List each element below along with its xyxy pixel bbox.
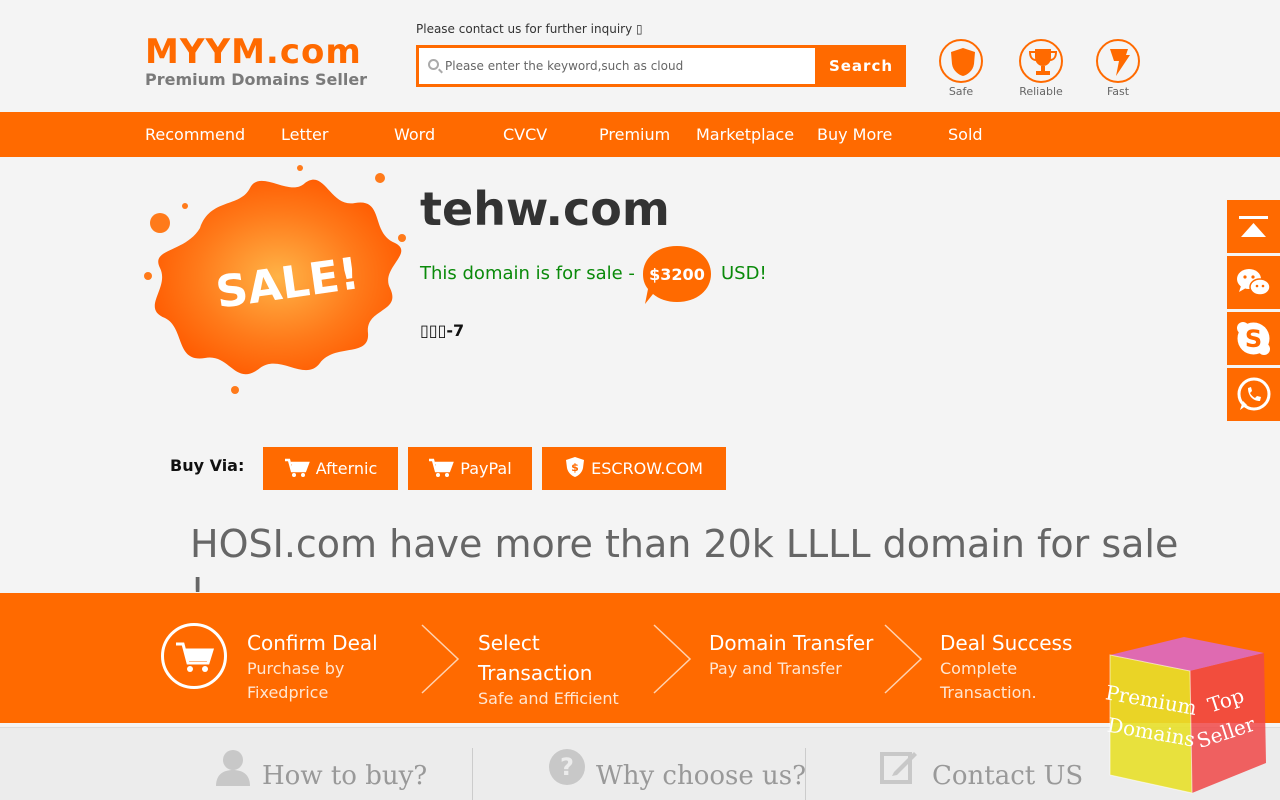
wechat-button[interactable] [1227, 256, 1280, 309]
site-logo[interactable]: MYYM.com Premium Domains Seller [145, 34, 380, 89]
search-input[interactable] [419, 48, 815, 84]
nav-item-buy-more[interactable]: Buy More [817, 112, 892, 157]
badge-label: Fast [1106, 85, 1130, 98]
cart-icon [429, 458, 455, 477]
escrow-shield-icon: $ [566, 457, 585, 477]
info-footer: How to buy? ? Why choose us? Contact US [0, 727, 1280, 800]
badge-fast: Fast [1088, 39, 1148, 98]
whatsapp-button[interactable] [1227, 368, 1280, 421]
sale-splash-image: SALE! [140, 158, 410, 398]
promo-headline: HOSI.com have more than 20k LLLL domain … [190, 522, 1179, 592]
escrow-button[interactable]: $ ESCROW.COM [542, 447, 726, 490]
footer-divider [805, 748, 806, 800]
lightning-icon [1096, 39, 1140, 83]
trophy-icon [1019, 39, 1063, 83]
nav-item-marketplace[interactable]: Marketplace [696, 112, 794, 157]
svg-text:S: S [1245, 325, 1262, 353]
cart-icon [161, 623, 227, 689]
svg-text:?: ? [560, 753, 574, 781]
paypal-label: PayPal [460, 459, 512, 478]
back-to-top-button[interactable] [1227, 200, 1280, 253]
search-button[interactable]: Search [816, 45, 906, 87]
domain-subline: ▯▯▯-7 [420, 321, 465, 340]
domain-name: tehw.com [420, 182, 670, 236]
paypal-button[interactable]: PayPal [408, 447, 532, 490]
step-subtitle: Safe and Efficient [478, 689, 619, 708]
logo-wordmark: MYYM.com [145, 32, 362, 72]
nav-item-premium[interactable]: Premium [599, 112, 670, 157]
cart-icon [284, 458, 310, 477]
step-title: Confirm Deal [247, 631, 378, 655]
badge-reliable: Reliable [1011, 39, 1071, 98]
step-title: Deal Success [940, 631, 1073, 655]
skype-button[interactable]: S [1227, 312, 1280, 365]
nav-item-word[interactable]: Word [394, 112, 435, 157]
whatsapp-icon [1237, 377, 1271, 411]
search-bar: Search [416, 45, 906, 87]
why-choose-us-link[interactable]: ? Why choose us? [548, 748, 806, 798]
why-choose-us-label: Why choose us? [596, 761, 807, 791]
main-nav: Recommend Letter Word CVCV Premium Marke… [0, 112, 1280, 157]
shield-icon [939, 39, 983, 83]
search-icon [428, 59, 439, 70]
step-arrow-icon [884, 624, 923, 694]
inquiry-text: Please contact us for further inquiry ▯ [416, 22, 643, 36]
skype-icon: S [1237, 322, 1270, 355]
svg-text:$: $ [571, 461, 579, 474]
step-title: Select Transaction [478, 631, 593, 685]
step-title: Domain Transfer [709, 631, 874, 655]
contact-us-label: Contact US [932, 761, 1084, 791]
step-subtitle: Pay and Transfer [709, 659, 842, 678]
step-subtitle: Complete Transaction. [940, 659, 1037, 702]
contact-us-link[interactable]: Contact US [880, 748, 1083, 798]
nav-item-letter[interactable]: Letter [281, 112, 328, 157]
step-subtitle: Purchase by Fixedprice [247, 659, 345, 702]
logo-tagline: Premium Domains Seller [145, 70, 368, 89]
premium-domains-cube[interactable]: Premium Domains Top Seller [1104, 635, 1270, 795]
question-icon: ? [549, 749, 585, 785]
step-arrow-icon [653, 624, 692, 694]
escrow-label: ESCROW.COM [591, 459, 703, 478]
buy-via-label: Buy Via: [170, 456, 245, 475]
badge-safe: Safe [931, 39, 991, 98]
how-to-buy-label: How to buy? [262, 761, 428, 791]
purchase-steps: Confirm Deal Purchase by Fixedprice Sele… [0, 593, 1280, 723]
footer-divider [472, 748, 473, 800]
currency-text: USD! [721, 263, 767, 284]
edit-icon [880, 752, 917, 784]
site-header: MYYM.com Premium Domains Seller Please c… [0, 0, 1280, 112]
user-icon [216, 750, 250, 786]
price-value: $3200 [649, 265, 705, 284]
how-to-buy-link[interactable]: How to buy? [214, 748, 427, 798]
nav-item-recommend[interactable]: Recommend [145, 112, 245, 157]
back-to-top-icon [1239, 216, 1268, 237]
badge-label: Safe [948, 85, 974, 98]
nav-item-sold[interactable]: Sold [948, 112, 983, 157]
step-arrow-icon [421, 624, 460, 694]
badge-label: Reliable [1019, 85, 1063, 98]
nav-item-cvcv[interactable]: CVCV [503, 112, 547, 157]
afternic-label: Afternic [315, 459, 378, 478]
wechat-icon [1237, 269, 1271, 296]
afternic-button[interactable]: Afternic [263, 447, 398, 490]
for-sale-text: This domain is for sale - [420, 263, 635, 284]
